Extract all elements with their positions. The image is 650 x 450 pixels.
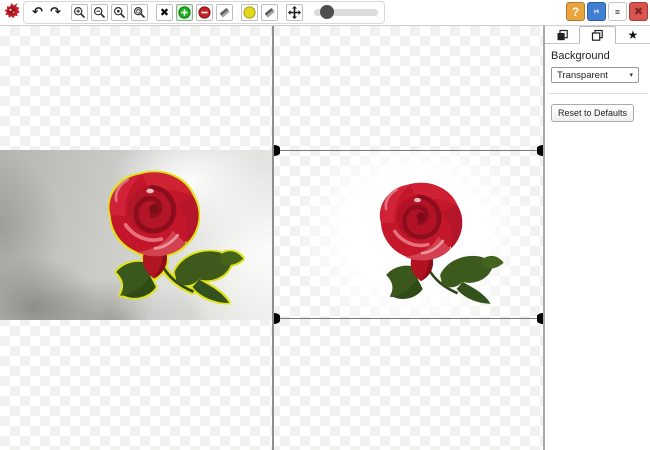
tab-favorites[interactable]: ★ <box>616 27 650 43</box>
eraser-icon <box>264 8 275 18</box>
hamburger-menu-icon <box>615 9 620 14</box>
top-toolbar: ↶ ↷ ✖ ? ✖ <box>0 0 650 26</box>
image-bottom-boundary-line[interactable] <box>275 318 543 319</box>
editor-canvas[interactable] <box>0 26 544 450</box>
move-arrows-icon <box>288 6 301 19</box>
zoom-reset-button[interactable] <box>131 4 148 21</box>
magnifier-actual-size-icon <box>113 6 125 18</box>
toolbar: ↶ ↷ ✖ <box>23 1 385 24</box>
close-x-icon: ✖ <box>633 5 644 18</box>
question-mark-icon: ? <box>571 4 580 19</box>
hair-marker-button[interactable] <box>241 4 258 21</box>
zoom-in-button[interactable] <box>71 4 88 21</box>
magnifier-minus-icon <box>93 6 105 18</box>
background-select-value: Transparent <box>557 69 608 81</box>
background-select[interactable]: Transparent ▾ <box>551 67 639 83</box>
split-view-divider[interactable] <box>272 26 274 450</box>
magnifier-plus-icon <box>73 6 85 18</box>
boundary-handle[interactable] <box>537 145 543 156</box>
redo-icon: ↷ <box>50 5 61 20</box>
floppy-save-icon <box>594 9 599 14</box>
reset-to-defaults-button[interactable]: Reset to Defaults <box>551 104 635 122</box>
red-minus-marker-icon <box>198 6 211 19</box>
menu-button[interactable] <box>608 2 627 21</box>
redo-button[interactable]: ↷ <box>48 4 63 21</box>
brush-size-slider-knob[interactable] <box>320 5 334 19</box>
settings-panel: ★ Background Transparent ▾ Reset to Defa… <box>544 26 650 450</box>
image-top-boundary-line[interactable] <box>275 150 543 151</box>
magnifier-reset-icon <box>133 6 145 18</box>
yellow-marker-icon <box>243 6 256 19</box>
hair-eraser-button[interactable] <box>261 4 278 21</box>
boundary-handle[interactable] <box>274 145 280 156</box>
panel-tab-bar: ★ <box>545 26 650 44</box>
save-button[interactable] <box>587 2 606 21</box>
eraser-icon <box>219 8 230 18</box>
close-button[interactable]: ✖ <box>629 2 648 21</box>
eraser-button[interactable] <box>216 4 233 21</box>
boundary-handle[interactable] <box>537 313 543 324</box>
tab-layers-outline[interactable] <box>579 26 616 44</box>
boundary-handle[interactable] <box>274 313 280 324</box>
background-label: Background <box>551 50 610 62</box>
clear-x-icon: ✖ <box>159 6 170 19</box>
undo-icon: ↶ <box>32 5 43 20</box>
panel-separator <box>547 93 648 94</box>
brush-size-slider[interactable] <box>314 5 378 19</box>
pan-tool-button[interactable] <box>286 4 303 21</box>
undo-button[interactable]: ↶ <box>30 4 45 21</box>
star-icon: ★ <box>627 28 639 42</box>
zoom-actual-size-button[interactable] <box>111 4 128 21</box>
background-marker-button[interactable] <box>196 4 213 21</box>
original-rose-with-selection-outline[interactable] <box>88 164 248 314</box>
app-flower-logo-icon <box>4 3 20 19</box>
foreground-marker-button[interactable] <box>176 4 193 21</box>
tab-layers-filled[interactable] <box>545 27 579 43</box>
layers-filled-icon <box>557 29 568 40</box>
clear-markers-button[interactable]: ✖ <box>156 4 173 21</box>
green-plus-marker-icon <box>178 6 191 19</box>
window-controls: ? ✖ <box>566 2 648 21</box>
result-rose-cutout <box>360 175 508 314</box>
layers-outline-icon <box>591 29 603 41</box>
chevron-down-icon: ▾ <box>629 72 633 79</box>
help-button[interactable]: ? <box>566 2 585 21</box>
zoom-out-button[interactable] <box>91 4 108 21</box>
